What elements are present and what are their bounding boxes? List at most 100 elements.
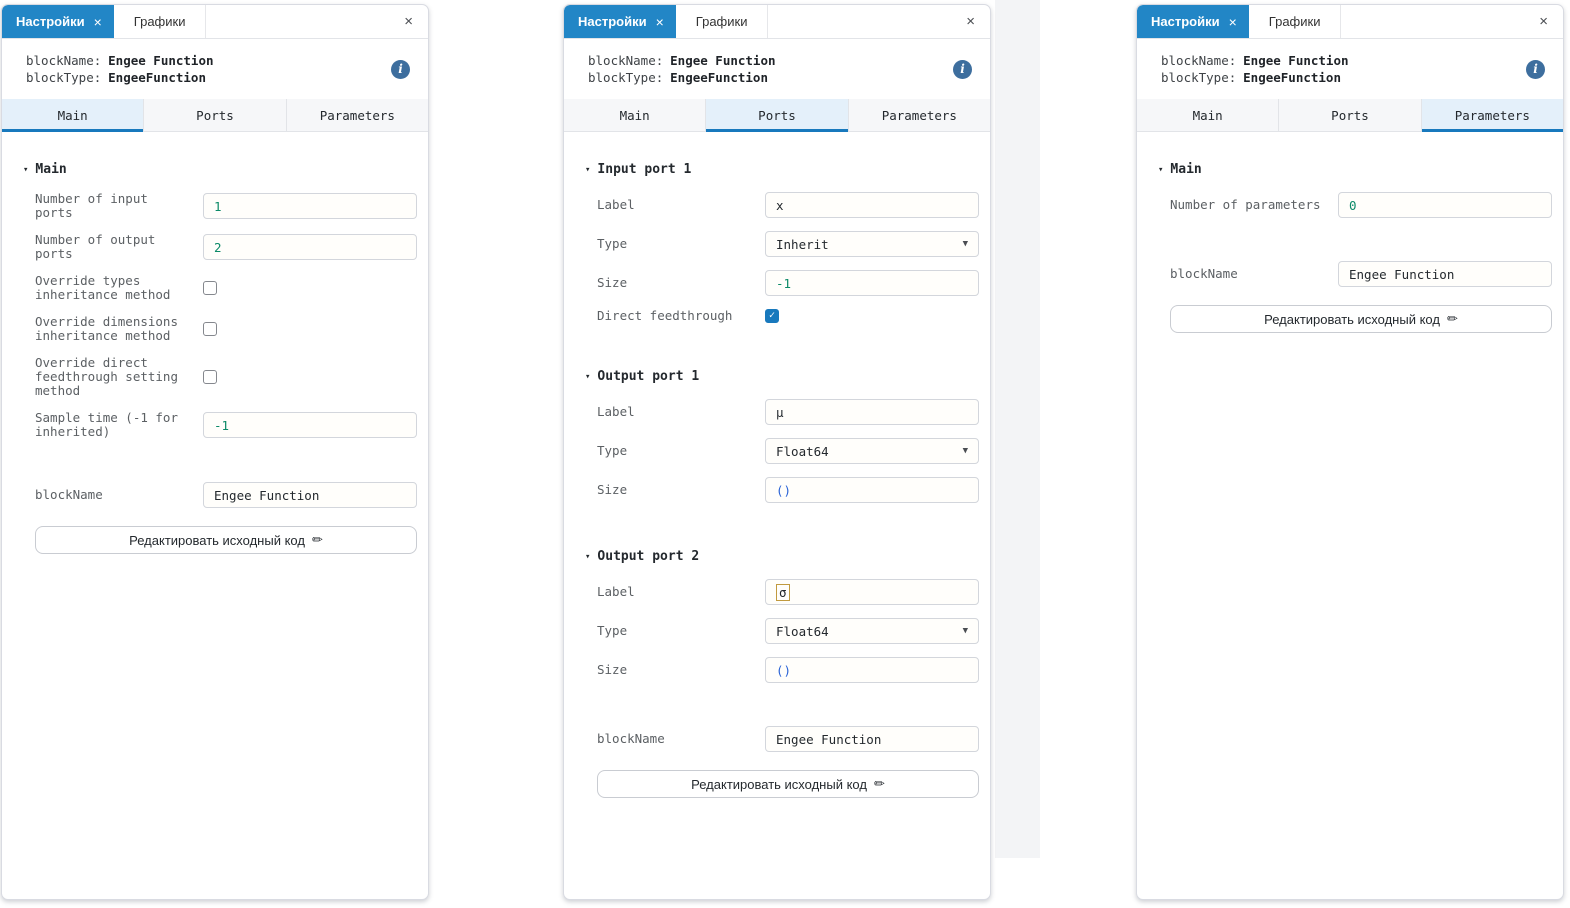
- section-output-port-2[interactable]: ▾ Output port 2: [585, 549, 979, 564]
- edit-source-button[interactable]: Редактировать исходный код ✏: [597, 770, 979, 798]
- num-parameters-label: Number of parameters: [1170, 198, 1322, 212]
- input1-type-select[interactable]: Inherit ▼: [765, 231, 979, 257]
- info-glyph: i: [960, 62, 965, 76]
- tab-close-icon[interactable]: ×: [656, 15, 664, 29]
- tab-close-icon[interactable]: ×: [1229, 15, 1237, 29]
- output1-size-row: Size (): [597, 477, 979, 503]
- chevron-down-icon: ▼: [963, 446, 968, 456]
- output1-type-select[interactable]: Float64 ▼: [765, 438, 979, 464]
- tab-settings[interactable]: Настройки ×: [2, 5, 114, 38]
- section-output-port-1[interactable]: ▾ Output port 1: [585, 369, 979, 384]
- tab-ports[interactable]: Ports: [144, 99, 286, 131]
- override-dimensions-label: Override dimensions inheritance method: [35, 315, 187, 343]
- section-main[interactable]: ▾ Main: [23, 162, 417, 177]
- sample-time-input[interactable]: -1: [203, 412, 417, 438]
- input1-label-value: x: [776, 198, 784, 213]
- caret-down-icon: ▾: [23, 165, 28, 175]
- block-info-header: blockName:Engee Function blockType:Engee…: [1137, 39, 1563, 99]
- output1-size-input[interactable]: (): [765, 477, 979, 503]
- input1-label-row: Label x: [597, 192, 979, 218]
- sample-time-row: Sample time (-1 for inherited) -1: [35, 411, 417, 439]
- info-icon[interactable]: i: [1526, 60, 1545, 79]
- output2-label-label: Label: [597, 585, 749, 599]
- output1-label-row: Label μ: [597, 399, 979, 425]
- tab-settings-label: Настройки: [16, 14, 85, 29]
- tab-settings[interactable]: Настройки ×: [1137, 5, 1249, 38]
- output1-size-label: Size: [597, 483, 749, 497]
- tab-ports[interactable]: Ports: [1279, 99, 1421, 131]
- subtab-bar: Main Ports Parameters: [2, 99, 428, 132]
- top-tabstrip: Настройки × Графики ×: [1137, 5, 1563, 39]
- section-main-label: Main: [1170, 162, 1201, 177]
- output2-label-row: Label σ: [597, 579, 979, 605]
- block-info-header: blockName:Engee Function blockType:Engee…: [2, 39, 428, 99]
- close-icon[interactable]: ×: [389, 5, 428, 38]
- tab-close-icon[interactable]: ×: [94, 15, 102, 29]
- num-output-ports-input[interactable]: 2: [203, 234, 417, 260]
- output1-label-value: μ: [776, 405, 784, 420]
- tab-main[interactable]: Main: [1137, 99, 1279, 131]
- top-tabstrip: Настройки × Графики ×: [2, 5, 428, 39]
- input1-feedthrough-label: Direct feedthrough: [597, 309, 749, 323]
- section-main[interactable]: ▾ Main: [1158, 162, 1552, 177]
- output1-label-input[interactable]: μ: [765, 399, 979, 425]
- num-output-ports-row: Number of output ports 2: [35, 233, 417, 261]
- tab-settings[interactable]: Настройки ×: [564, 5, 676, 38]
- edit-source-button[interactable]: Редактировать исходный код ✏: [1170, 305, 1552, 333]
- override-types-checkbox[interactable]: [203, 281, 217, 295]
- blockname-input[interactable]: Engee Function: [1338, 261, 1552, 287]
- num-input-ports-input[interactable]: 1: [203, 193, 417, 219]
- tab-parameters[interactable]: Parameters: [849, 99, 990, 131]
- blockname-row: blockName Engee Function: [597, 726, 979, 752]
- close-icon[interactable]: ×: [1524, 5, 1563, 38]
- output2-size-input[interactable]: (): [765, 657, 979, 683]
- input1-label-input[interactable]: x: [765, 192, 979, 218]
- close-icon[interactable]: ×: [951, 5, 990, 38]
- override-dimensions-checkbox[interactable]: [203, 322, 217, 336]
- blockname-input[interactable]: Engee Function: [765, 726, 979, 752]
- settings-panel-parameters-tab: Настройки × Графики × blockName:Engee Fu…: [1136, 4, 1564, 900]
- tab-main[interactable]: Main: [564, 99, 706, 131]
- tab-charts-label: Графики: [1269, 14, 1321, 29]
- tab-parameters[interactable]: Parameters: [1422, 99, 1563, 131]
- tab-charts[interactable]: Графики: [1249, 5, 1342, 38]
- output2-type-select[interactable]: Float64 ▼: [765, 618, 979, 644]
- section-output-port-2-label: Output port 2: [597, 549, 699, 564]
- input1-size-input[interactable]: -1: [765, 270, 979, 296]
- output1-size-value: (): [776, 483, 791, 498]
- num-parameters-input[interactable]: 0: [1338, 192, 1552, 218]
- section-output-port-1-label: Output port 1: [597, 369, 699, 384]
- output2-label-input[interactable]: σ: [765, 579, 979, 605]
- tab-charts[interactable]: Графики: [676, 5, 769, 38]
- tab-settings-label: Настройки: [578, 14, 647, 29]
- block-info-header: blockName:Engee Function blockType:Engee…: [564, 39, 990, 99]
- override-types-row: Override types inheritance method: [35, 274, 417, 302]
- override-feedthrough-checkbox[interactable]: [203, 370, 217, 384]
- blockname-value: Engee Function: [1243, 53, 1348, 68]
- blocktype-key: blockType:: [588, 70, 663, 85]
- section-input-port-1-label: Input port 1: [597, 162, 691, 177]
- override-feedthrough-label: Override direct feedthrough setting meth…: [35, 356, 187, 398]
- blockname-row: blockName Engee Function: [1170, 261, 1552, 287]
- caret-down-icon: ▾: [585, 372, 590, 382]
- section-input-port-1[interactable]: ▾ Input port 1: [585, 162, 979, 177]
- tab-parameters[interactable]: Parameters: [287, 99, 428, 131]
- output2-size-value: (): [776, 663, 791, 678]
- output1-label-label: Label: [597, 405, 749, 419]
- blockname-value: Engee Function: [670, 53, 775, 68]
- blockname-input[interactable]: Engee Function: [203, 482, 417, 508]
- direct-feedthrough-checkbox[interactable]: ✓: [765, 309, 779, 323]
- override-types-label: Override types inheritance method: [35, 274, 187, 302]
- output2-size-label: Size: [597, 663, 749, 677]
- tab-charts[interactable]: Графики: [114, 5, 207, 38]
- blocktype-value: EngeeFunction: [670, 70, 768, 85]
- block-info-lines: blockName:Engee Function blockType:Engee…: [588, 52, 776, 86]
- num-parameters-value: 0: [1349, 198, 1357, 213]
- info-icon[interactable]: i: [391, 60, 410, 79]
- tab-main[interactable]: Main: [2, 99, 144, 131]
- input1-label-label: Label: [597, 198, 749, 212]
- info-icon[interactable]: i: [953, 60, 972, 79]
- subtab-bar: Main Ports Parameters: [564, 99, 990, 132]
- tab-ports[interactable]: Ports: [706, 99, 848, 131]
- edit-source-button[interactable]: Редактировать исходный код ✏: [35, 526, 417, 554]
